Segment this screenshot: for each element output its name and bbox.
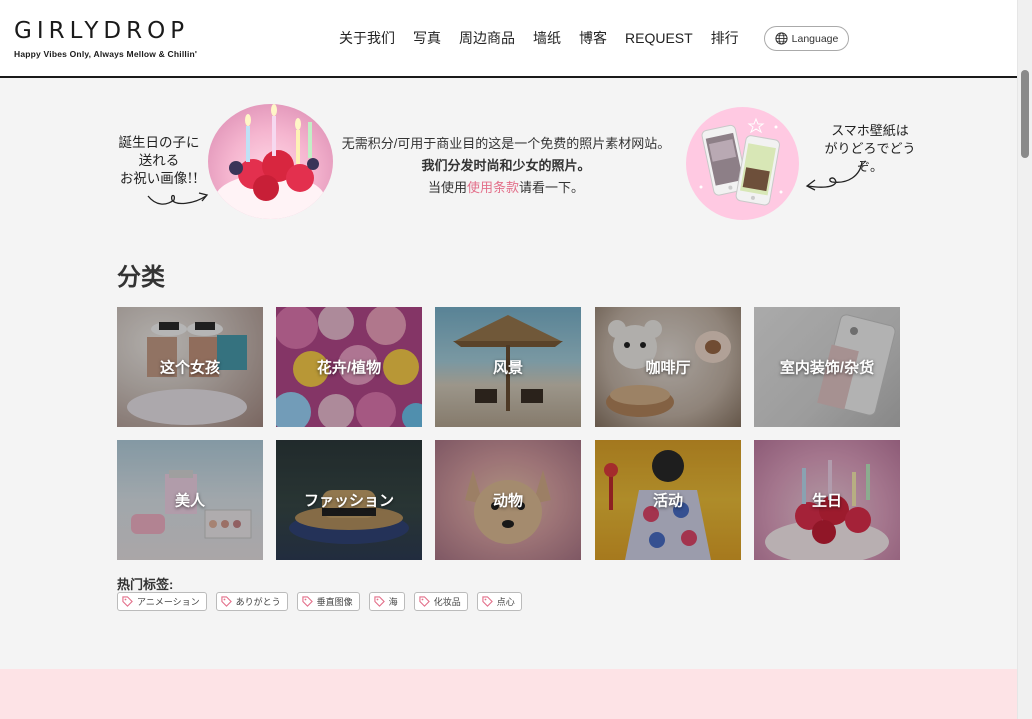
site-logo[interactable]: GIRLYDROP Happy Vibes Only, Always Mello…	[14, 20, 198, 60]
category-label: 动物	[492, 492, 523, 510]
intro-text: 无需积分/可用于商业目的这是一个免费的照片素材网站。 我们分发时尚和少女的照片。…	[336, 133, 676, 199]
category-tile-cafe[interactable]: 咖啡厅	[595, 307, 741, 427]
popular-tags-title: 热门标签:	[117, 577, 174, 592]
category-label: 室内装饰/杂货	[779, 359, 875, 377]
intro-line-3: 当使用使用条款请看一下。	[336, 177, 676, 199]
tag-icon	[221, 596, 232, 607]
tag-label: 点心	[496, 597, 515, 607]
category-label: 咖啡厅	[645, 359, 691, 377]
tag-item[interactable]: 点心	[476, 592, 522, 611]
tag-icon	[482, 596, 493, 607]
arrow-right-doodle-icon	[147, 192, 209, 205]
nav-about[interactable]: 关于我们	[339, 28, 395, 48]
birthday-cake-image[interactable]	[208, 104, 333, 219]
category-label: 风景	[492, 359, 523, 377]
category-tile-events[interactable]: 活动	[595, 440, 741, 560]
site-header: GIRLYDROP Happy Vibes Only, Always Mello…	[0, 0, 1017, 78]
tag-label: 垂直图像	[316, 597, 353, 607]
tag-label: 海	[388, 597, 398, 607]
intro-line-3-prefix: 当使用	[427, 180, 467, 195]
category-label: 生日	[811, 492, 842, 510]
arrow-left-doodle-icon	[805, 161, 863, 191]
category-label: 花卉/植物	[316, 359, 382, 377]
phone-wallpaper-image[interactable]	[686, 107, 799, 220]
intro-line-2: 我们分发时尚和少女的照片。	[421, 158, 591, 173]
category-tile-flowers[interactable]: 花卉/植物	[276, 307, 422, 427]
tag-icon	[419, 596, 430, 607]
globe-icon	[775, 32, 788, 45]
tag-item[interactable]: 化妆品	[413, 592, 468, 611]
category-tile-birthday[interactable]: 生日	[754, 440, 900, 560]
popular-tags: アニメーション ありがとう 垂直图像 海 化妆品 点心	[117, 592, 531, 611]
tag-item[interactable]: アニメーション	[117, 592, 207, 611]
nav-wallpaper[interactable]: 墙纸	[533, 28, 561, 48]
birthday-handwriting: 誕生日の子に 送れる お祝い画像!!	[104, 134, 214, 188]
nav-photos[interactable]: 写真	[413, 28, 441, 48]
handwriting-line: 送れる	[138, 153, 180, 169]
category-label: 美人	[174, 492, 205, 510]
handwriting-line: スマホ壁紙は	[831, 124, 909, 139]
language-button[interactable]: Language	[764, 26, 849, 51]
category-tile-scenery[interactable]: 风景	[435, 307, 581, 427]
tag-label: ありがとう	[235, 597, 281, 607]
intro-line-1: 无需积分/可用于商业目的这是一个免费的照片素材网站。	[341, 136, 671, 151]
tag-item[interactable]: 海	[368, 592, 405, 611]
category-tile-girl[interactable]: 这个女孩	[117, 307, 263, 427]
tag-label: 化妆品	[433, 597, 461, 607]
category-tile-fashion[interactable]: ファッション	[276, 440, 422, 560]
tag-icon	[374, 596, 385, 607]
category-tile-interior[interactable]: 室内装饰/杂货	[754, 307, 900, 427]
nav-goods[interactable]: 周边商品	[459, 28, 515, 48]
scrollbar-thumb[interactable]	[1021, 70, 1029, 158]
category-tile-beauty[interactable]: 美人	[117, 440, 263, 560]
scrollbar[interactable]	[1017, 0, 1032, 719]
category-tile-animals[interactable]: 动物	[435, 440, 581, 560]
main-nav: 关于我们 写真 周边商品 墙纸 博客 REQUEST 排行	[339, 28, 757, 48]
footer-band	[0, 669, 1017, 719]
tag-label: アニメーション	[137, 597, 200, 607]
tag-item[interactable]: ありがとう	[215, 592, 288, 611]
nav-blog[interactable]: 博客	[579, 28, 607, 48]
terms-link[interactable]: 使用条款	[467, 180, 519, 195]
tag-icon	[122, 596, 133, 607]
language-label: Language	[791, 32, 839, 45]
logo-title[interactable]: GIRLYDROP	[14, 20, 197, 43]
category-title: 分类	[117, 264, 165, 291]
category-label: 这个女孩	[159, 359, 220, 377]
category-label: 活动	[652, 492, 683, 510]
tag-item[interactable]: 垂直图像	[296, 592, 360, 611]
nav-request[interactable]: REQUEST	[625, 30, 693, 46]
handwriting-line: お祝い画像!!	[119, 171, 199, 187]
category-label: ファッション	[303, 492, 394, 510]
logo-tagline: Happy Vibes Only, Always Mellow & Chilli…	[14, 49, 198, 59]
tag-icon	[302, 596, 313, 607]
handwriting-line: 誕生日の子に	[118, 135, 200, 151]
nav-ranking[interactable]: 排行	[711, 28, 739, 48]
intro-line-3-suffix: 请看一下。	[519, 180, 585, 195]
